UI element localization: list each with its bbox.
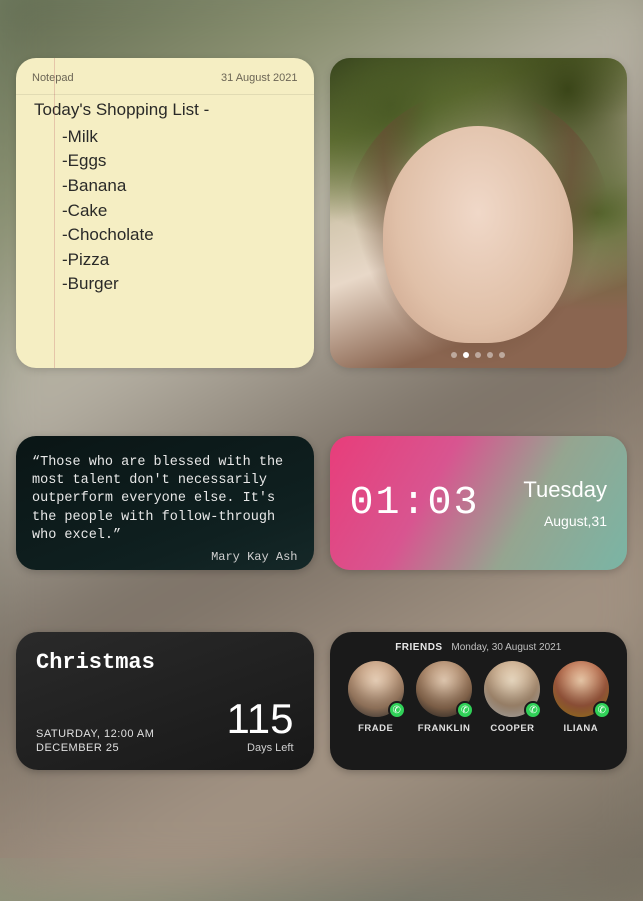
quote-text: Those who are blessed with the most tale… xyxy=(32,454,298,545)
page-dot xyxy=(499,352,505,358)
avatar: ✆ xyxy=(484,661,540,717)
photo-face xyxy=(383,126,573,343)
quote-widget[interactable]: Those who are blessed with the most tale… xyxy=(16,436,314,570)
page-dot xyxy=(451,352,457,358)
list-item: Pizza xyxy=(62,248,298,273)
list-item: Milk xyxy=(62,125,298,150)
list-item: Chocholate xyxy=(62,223,298,248)
friend-item[interactable]: ✆ ILIANA xyxy=(549,661,613,734)
friend-item[interactable]: ✆ COOPER xyxy=(480,661,544,734)
phone-icon[interactable]: ✆ xyxy=(388,701,406,719)
clock-day: Tuesday xyxy=(523,477,607,503)
countdown-number: 115 xyxy=(227,698,294,740)
phone-icon[interactable]: ✆ xyxy=(593,701,611,719)
list-item: Cake xyxy=(62,199,298,224)
page-dot xyxy=(463,352,469,358)
countdown-label: Days Left xyxy=(227,742,294,754)
notepad-date: 31 August 2021 xyxy=(221,72,297,84)
notepad-items: Milk Eggs Banana Cake Chocholate Pizza B… xyxy=(34,125,298,297)
countdown-date-line: DECEMBER 25 xyxy=(36,742,154,754)
page-dot xyxy=(475,352,481,358)
friends-label: FRIENDS xyxy=(395,642,442,653)
countdown-title: Christmas xyxy=(36,650,294,675)
page-dot xyxy=(487,352,493,358)
avatar: ✆ xyxy=(348,661,404,717)
phone-icon[interactable]: ✆ xyxy=(456,701,474,719)
avatar: ✆ xyxy=(416,661,472,717)
quote-author: Mary Kay Ash xyxy=(32,549,298,565)
friends-date: Monday, 30 August 2021 xyxy=(451,642,561,653)
notepad-label: Notepad xyxy=(32,72,74,84)
page-indicator[interactable] xyxy=(451,352,505,358)
photo-widget[interactable] xyxy=(330,58,628,368)
clock-widget[interactable]: 01:03 Tuesday August,31 xyxy=(330,436,628,570)
friend-item[interactable]: ✆ FRANKLIN xyxy=(412,661,476,734)
phone-icon[interactable]: ✆ xyxy=(524,701,542,719)
notepad-title: Today's Shopping List - xyxy=(34,98,298,123)
clock-time: 01:03 xyxy=(350,481,480,526)
list-item: Burger xyxy=(62,272,298,297)
countdown-time-line: SATURDAY, 12:00 AM xyxy=(36,728,154,740)
list-item: Banana xyxy=(62,174,298,199)
friends-widget[interactable]: FRIENDS Monday, 30 August 2021 ✆ FRADE ✆… xyxy=(330,632,628,770)
list-item: Eggs xyxy=(62,149,298,174)
friend-item[interactable]: ✆ FRADE xyxy=(344,661,408,734)
avatar: ✆ xyxy=(553,661,609,717)
clock-date: August,31 xyxy=(523,513,607,529)
friend-name: ILIANA xyxy=(549,723,613,734)
countdown-widget[interactable]: Christmas SATURDAY, 12:00 AM DECEMBER 25… xyxy=(16,632,314,770)
friend-name: FRADE xyxy=(344,723,408,734)
friend-name: FRANKLIN xyxy=(412,723,476,734)
notepad-widget[interactable]: Notepad 31 August 2021 Today's Shopping … xyxy=(16,58,314,368)
friend-name: COOPER xyxy=(480,723,544,734)
